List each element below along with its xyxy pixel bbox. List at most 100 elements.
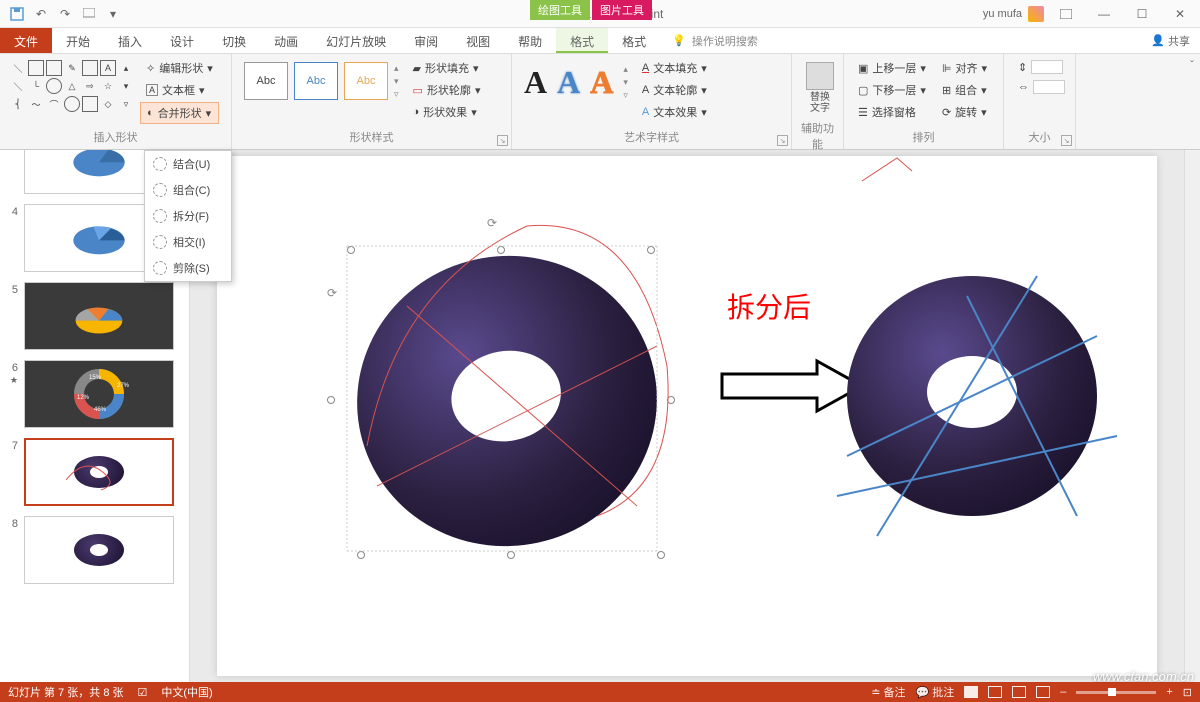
text-box-button[interactable]: A文本框 ▾ — [140, 80, 219, 100]
tab-format-picture[interactable]: 格式 — [608, 28, 660, 53]
wordart-style-2[interactable]: A — [557, 64, 580, 101]
shape-hexagon-icon[interactable] — [82, 96, 98, 112]
bring-forward-button[interactable]: ▣上移一层 ▾ — [852, 58, 932, 78]
minimize-button[interactable]: — — [1088, 1, 1120, 27]
comments-button[interactable]: 💬 批注 — [916, 684, 955, 700]
tab-format-drawing[interactable]: 格式 — [556, 28, 608, 53]
menu-union[interactable]: 结合(U) — [145, 151, 231, 177]
shape-gallery-more-icon[interactable]: ▿ — [118, 96, 134, 112]
zoom-in-button[interactable]: + — [1166, 686, 1172, 698]
merge-shapes-button[interactable]: ◐合并形状 ▾ — [140, 102, 219, 124]
selection-handle[interactable] — [357, 551, 365, 559]
fit-to-window-button[interactable]: ⊡ — [1183, 686, 1192, 699]
user-avatar-icon[interactable] — [1028, 6, 1044, 22]
selection-handle[interactable] — [507, 551, 515, 559]
selection-handle[interactable] — [327, 396, 335, 404]
wa-more-icon[interactable]: ▿ — [623, 90, 628, 101]
shape-callout-icon[interactable]: ◇ — [100, 96, 116, 112]
shape-style-3[interactable]: Abc — [344, 62, 388, 100]
selection-handle[interactable] — [647, 246, 655, 254]
shape-style-gallery[interactable]: Abc Abc Abc ▴ ▾ ▿ — [240, 58, 403, 104]
gallery-down-icon[interactable]: ▾ — [394, 76, 399, 87]
rotate-handle-icon[interactable]: ⟳ — [327, 286, 337, 300]
shape-rect2-icon[interactable] — [46, 60, 62, 76]
width-spinner[interactable]: ⇔ — [1012, 78, 1071, 96]
text-fill-button[interactable]: A文本填充 ▾ — [636, 58, 713, 78]
tab-home[interactable]: 开始 — [52, 28, 104, 53]
alt-text-button[interactable]: 替换 文字 — [800, 58, 840, 118]
size-launcher[interactable]: ↘ — [1061, 135, 1072, 146]
undo-button[interactable]: ↶ — [30, 3, 52, 25]
maximize-button[interactable]: ☐ — [1126, 1, 1158, 27]
zoom-slider[interactable] — [1076, 691, 1156, 694]
wordart-gallery[interactable]: A A A ▴▾▿ — [520, 58, 632, 107]
shape-arc-icon[interactable]: ⌒ — [46, 96, 62, 112]
shape-styles-launcher[interactable]: ↘ — [497, 135, 508, 146]
slide-canvas[interactable]: ⟳ ⟳ 拆分后 — [217, 156, 1157, 676]
shape-arrow-icon[interactable]: ⇨ — [82, 78, 98, 94]
shape-style-1[interactable]: Abc — [244, 62, 288, 100]
tab-view[interactable]: 视图 — [452, 28, 504, 53]
tab-design[interactable]: 设计 — [156, 28, 208, 53]
align-button[interactable]: ⊫对齐 ▾ — [936, 58, 993, 78]
reading-view-button[interactable] — [1012, 686, 1026, 698]
tell-me-search[interactable]: 💡操作说明搜索 — [660, 28, 770, 53]
menu-intersect[interactable]: 相交(I) — [145, 229, 231, 255]
tab-help[interactable]: 帮助 — [504, 28, 556, 53]
gallery-more-icon[interactable]: ▿ — [394, 89, 399, 100]
selection-handle[interactable] — [657, 551, 665, 559]
language-indicator[interactable]: 中文(中国) — [161, 684, 212, 700]
slide-thumb-7[interactable]: 7 — [4, 438, 185, 506]
shape-brace-icon[interactable]: ⎨ — [10, 96, 26, 112]
menu-fragment[interactable]: 拆分(F) — [145, 203, 231, 229]
wordart-style-3[interactable]: A — [590, 64, 613, 101]
selection-handle[interactable] — [667, 396, 675, 404]
shape-gallery[interactable]: ＼ ✎ A ▴ ＼ └ △ ⇨ ☆ ▾ ⎨ ～ ⌒ ◇ ▿ — [8, 58, 136, 114]
slide-canvas-area[interactable]: ⟳ ⟳ 拆分后 — [190, 150, 1184, 682]
vertical-scrollbar[interactable] — [1184, 150, 1200, 682]
shape-star-icon[interactable]: ☆ — [100, 78, 116, 94]
selection-handle[interactable] — [347, 246, 355, 254]
tab-insert[interactable]: 插入 — [104, 28, 156, 53]
slide-sorter-view-button[interactable] — [988, 686, 1002, 698]
tab-transitions[interactable]: 切换 — [208, 28, 260, 53]
spellcheck-icon[interactable]: ☑ — [138, 686, 148, 699]
selection-pane-button[interactable]: ☰选择窗格 — [852, 102, 932, 122]
tab-slideshow[interactable]: 幻灯片放映 — [312, 28, 400, 53]
text-effects-button[interactable]: A文本效果 ▾ — [636, 102, 713, 122]
rotate-handle-icon[interactable]: ⟳ — [487, 216, 497, 230]
torus-shape-left[interactable] — [334, 232, 680, 570]
slide-thumb-5[interactable]: 5 — [4, 282, 185, 350]
shape-connector-icon[interactable]: ＼ — [10, 78, 26, 94]
shape-more2-icon[interactable]: ▾ — [118, 78, 134, 94]
shape-style-2[interactable]: Abc — [294, 62, 338, 100]
shape-curve-icon[interactable]: ～ — [28, 96, 44, 112]
shape-effects-button[interactable]: ◑形状效果 ▾ — [407, 102, 487, 122]
gallery-up-icon[interactable]: ▴ — [394, 63, 399, 74]
tab-animations[interactable]: 动画 — [260, 28, 312, 53]
shape-outline-button[interactable]: ▭形状轮廓 ▾ — [407, 80, 487, 100]
notes-button[interactable]: ≐ 备注 — [871, 684, 905, 700]
collapse-ribbon-button[interactable]: ˇ — [1190, 58, 1194, 72]
wa-up-icon[interactable]: ▴ — [623, 64, 628, 75]
shape-textbox-icon[interactable]: A — [100, 60, 116, 76]
menu-combine[interactable]: 组合(C) — [145, 177, 231, 203]
shape-square-icon[interactable] — [82, 60, 98, 76]
slideshow-view-button[interactable] — [1036, 686, 1050, 698]
shape-oval-icon[interactable] — [46, 78, 62, 94]
shape-triangle-icon[interactable]: △ — [64, 78, 80, 94]
wa-down-icon[interactable]: ▾ — [623, 77, 628, 88]
menu-subtract[interactable]: 剪除(S) — [145, 255, 231, 281]
torus-shape-right[interactable] — [847, 276, 1097, 516]
shape-line-icon[interactable]: ＼ — [10, 60, 26, 76]
shape-more1-icon[interactable]: ▴ — [118, 60, 134, 76]
tab-file[interactable]: 文件 — [0, 28, 52, 53]
normal-view-button[interactable] — [964, 686, 978, 698]
wordart-launcher[interactable]: ↘ — [777, 135, 788, 146]
selection-handle[interactable] — [497, 246, 505, 254]
shape-elbow-icon[interactable]: └ — [28, 78, 44, 94]
zoom-out-button[interactable]: – — [1060, 686, 1066, 698]
tab-review[interactable]: 审阅 — [400, 28, 452, 53]
shape-fill-button[interactable]: ▰形状填充 ▾ — [407, 58, 487, 78]
shape-edit-icon[interactable]: ✎ — [64, 60, 80, 76]
